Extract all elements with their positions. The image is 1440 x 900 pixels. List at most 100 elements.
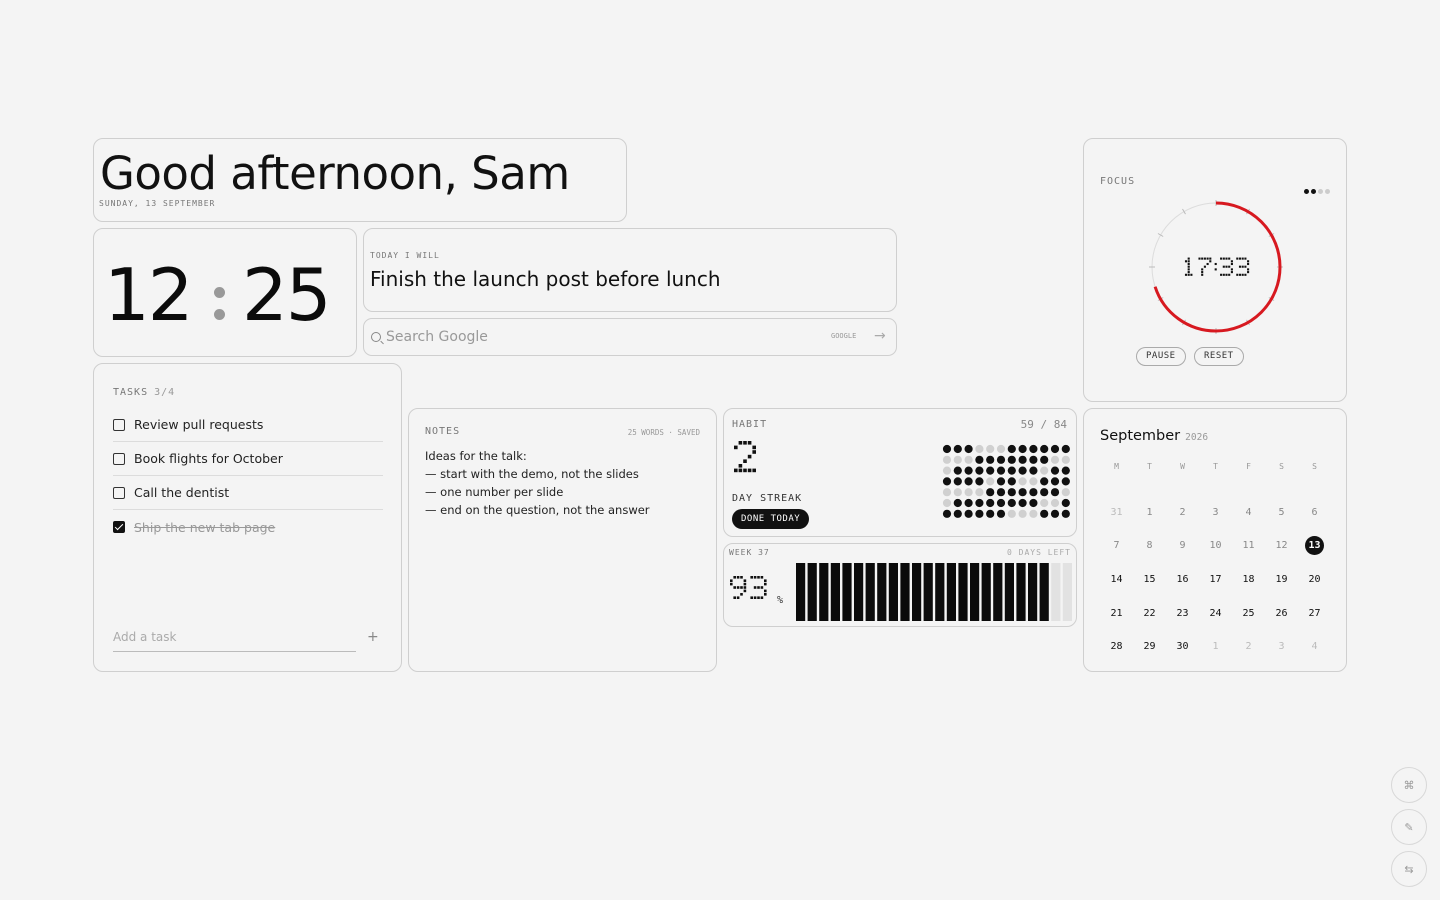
focus-session-dots: [1302, 179, 1330, 198]
pause-button[interactable]: PAUSE: [1136, 347, 1186, 366]
calendar-today[interactable]: 13: [1298, 529, 1331, 563]
calendar-day[interactable]: 30: [1166, 630, 1199, 664]
calendar-day[interactable]: 25: [1232, 596, 1265, 630]
calendar-day[interactable]: 16: [1166, 563, 1199, 597]
calendar-day[interactable]: 3: [1199, 496, 1232, 530]
calendar-day[interactable]: 9: [1166, 529, 1199, 563]
calendar-day[interactable]: 17: [1199, 563, 1232, 597]
calendar-day[interactable]: 11: [1232, 529, 1265, 563]
calendar-day[interactable]: 4: [1232, 496, 1265, 530]
matrix-dot: [1238, 257, 1242, 260]
calendar-day[interactable]: 27: [1298, 596, 1331, 630]
habit-label: HABIT: [732, 419, 768, 430]
calendar-day[interactable]: 21: [1100, 596, 1133, 630]
habit-day-dot: [953, 498, 962, 508]
notes-text[interactable]: Ideas for the talk: — start with the dem…: [425, 447, 650, 519]
task-checkbox[interactable]: [113, 418, 125, 431]
calendar-day[interactable]: 2: [1232, 630, 1265, 664]
week-day-bar: [888, 563, 898, 621]
week-day-bar: [1028, 563, 1038, 621]
week-day-bar: [970, 563, 980, 621]
command-icon[interactable]: ⌘: [1391, 767, 1427, 803]
tasks-header: TASKS 3/4: [113, 387, 175, 398]
session-dot: [1311, 189, 1316, 194]
matrix-dot: [752, 445, 756, 450]
calendar-day[interactable]: 6: [1298, 496, 1331, 530]
task-item[interactable]: Call the dentist: [113, 476, 383, 510]
habit-card: HABIT 59 / 84 DAY STREAK DONE TODAY: [723, 408, 1077, 537]
matrix-dot: [738, 468, 743, 473]
habit-day-dot: [1018, 509, 1027, 518]
calendar-day[interactable]: 14: [1100, 563, 1133, 597]
session-dot: [1318, 189, 1323, 194]
notes-card[interactable]: NOTES 25 WORDS · SAVED Ideas for the tal…: [408, 408, 717, 672]
focus-ring-tick: [1182, 208, 1186, 215]
habit-day-dot: [942, 444, 952, 454]
habit-day-dot: [986, 466, 995, 475]
done-today-button[interactable]: DONE TODAY: [732, 509, 810, 529]
session-dot: [1325, 189, 1330, 194]
matrix-dot: [1230, 271, 1233, 274]
task-item[interactable]: Review pull requests: [113, 408, 383, 442]
matrix-dot: [1222, 265, 1225, 268]
calendar-day[interactable]: 10: [1199, 529, 1232, 563]
matrix-dot: [1238, 265, 1242, 268]
habit-day-dot: [953, 477, 962, 486]
habit-day-dot: [1007, 444, 1016, 454]
plus-icon[interactable]: +: [367, 629, 379, 645]
habit-day-dot: [1029, 477, 1038, 486]
swap-icon[interactable]: ⇆: [1391, 851, 1427, 887]
calendar-day[interactable]: 22: [1133, 596, 1166, 630]
calendar-day[interactable]: 20: [1298, 563, 1331, 597]
weekday-label: S: [1312, 462, 1317, 471]
habit-day-dot: [986, 509, 995, 518]
calendar-day[interactable]: 31: [1100, 496, 1133, 530]
habit-day-dot: [1029, 488, 1038, 497]
week-percent: %: [730, 576, 783, 606]
add-task-input[interactable]: [113, 626, 356, 644]
calendar-day[interactable]: 29: [1133, 630, 1166, 664]
search-input[interactable]: [386, 327, 826, 347]
calendar-day[interactable]: 19: [1265, 563, 1298, 597]
add-task-field[interactable]: [113, 626, 356, 652]
calendar-day[interactable]: 8: [1133, 529, 1166, 563]
habit-day-dot: [953, 444, 962, 454]
note-line: — one number per slide: [425, 485, 564, 499]
intent-card[interactable]: TODAY I WILL Finish the launch post befo…: [363, 228, 897, 312]
arrow-right-icon[interactable]: →: [874, 328, 886, 344]
task-checkbox-checked[interactable]: [113, 521, 125, 533]
search-bar[interactable]: GOOGLE →: [363, 318, 897, 356]
calendar-day[interactable]: 26: [1265, 596, 1298, 630]
matrix-dot: [1187, 265, 1190, 268]
matrix-dot: [1214, 268, 1217, 271]
matrix-dot: [1220, 257, 1223, 260]
calendar-day[interactable]: 28: [1100, 630, 1133, 664]
matrix-dot: [1220, 273, 1223, 276]
task-item[interactable]: Book flights for October: [113, 442, 383, 476]
calendar-day[interactable]: 7: [1100, 529, 1133, 563]
calendar-day[interactable]: 1: [1133, 496, 1166, 530]
calendar-day[interactable]: 23: [1166, 596, 1199, 630]
habit-day-dot: [996, 488, 1006, 497]
calendar-day[interactable]: 5: [1265, 496, 1298, 530]
task-checkbox[interactable]: [113, 486, 125, 499]
task-item[interactable]: Ship the new tab page: [113, 510, 383, 544]
calendar-day[interactable]: 12: [1265, 529, 1298, 563]
task-checkbox[interactable]: [113, 452, 125, 465]
calendar-day[interactable]: 15: [1133, 563, 1166, 597]
pencil-icon[interactable]: ✎: [1391, 809, 1427, 845]
habit-day-dot: [942, 466, 952, 475]
habit-day-dot: [986, 477, 995, 486]
intent-text[interactable]: Finish the launch post before lunch: [370, 267, 721, 291]
calendar-day[interactable]: 24: [1199, 596, 1232, 630]
habit-day-dot: [1040, 488, 1049, 497]
calendar-day[interactable]: 4: [1298, 630, 1331, 664]
calendar-day[interactable]: 1: [1199, 630, 1232, 664]
habit-day-dot: [1050, 509, 1060, 518]
calendar-day[interactable]: 2: [1166, 496, 1199, 530]
calendar-day[interactable]: 18: [1232, 563, 1265, 597]
calendar-day[interactable]: 3: [1265, 630, 1298, 664]
week-day-bar: [1051, 563, 1061, 621]
habit-day-dot: [1029, 466, 1038, 475]
reset-button[interactable]: RESET: [1194, 347, 1244, 366]
